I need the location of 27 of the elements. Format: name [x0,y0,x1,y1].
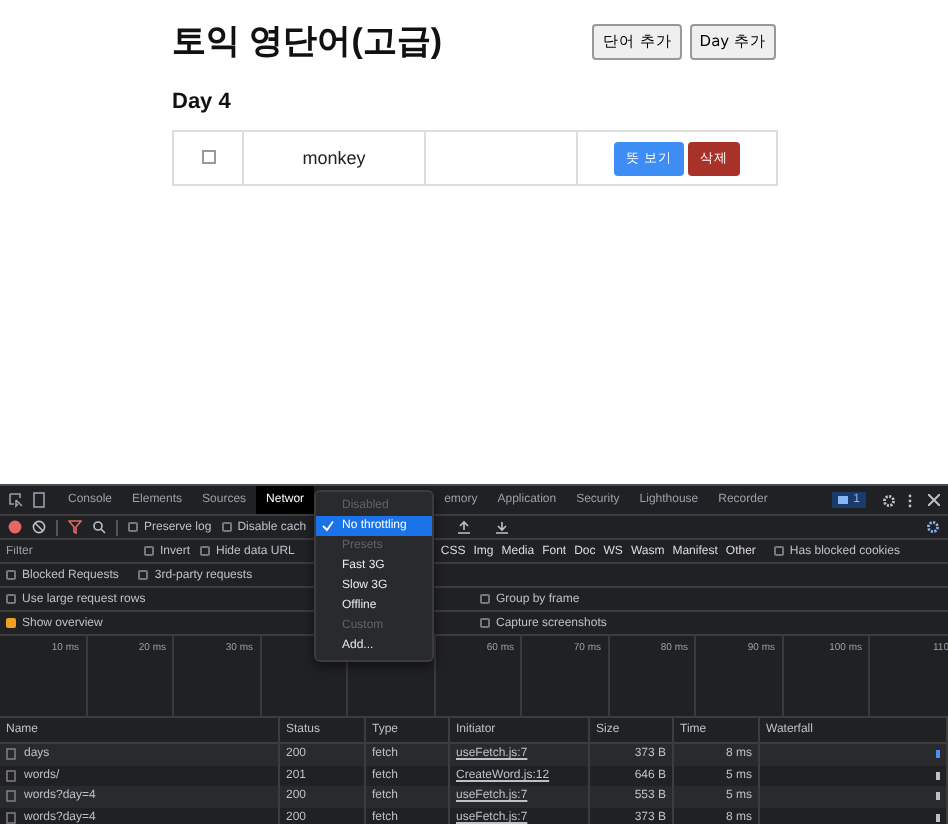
record-icon[interactable] [8,520,22,534]
checkbox[interactable] [6,570,16,580]
checkbox[interactable] [128,522,138,532]
device-icon[interactable] [32,492,46,508]
checkbox[interactable] [221,522,232,532]
checkbox[interactable] [138,570,149,580]
check-icon [322,520,334,532]
checkbox[interactable] [144,546,154,556]
checkbox[interactable] [6,594,16,604]
settings-icon[interactable] [882,493,896,507]
upload-icon[interactable] [458,520,471,534]
filter-icon[interactable] [68,520,82,534]
close-icon[interactable] [928,494,940,506]
checkbox[interactable] [773,546,784,556]
checkbox[interactable] [480,594,490,604]
checkbox[interactable] [200,546,211,556]
word-cell: monkey [243,131,425,185]
inspect-icon[interactable] [8,492,24,508]
checkbox[interactable] [201,150,215,164]
checkbox[interactable] [6,618,16,628]
page-title: 토익 영단어(고급) [172,20,445,64]
settings-icon[interactable] [926,520,940,534]
clear-icon[interactable] [32,520,46,534]
download-icon[interactable] [496,520,509,534]
search-icon[interactable] [92,520,106,534]
checkbox[interactable] [480,618,490,628]
day-heading: Day 4 [172,90,233,114]
